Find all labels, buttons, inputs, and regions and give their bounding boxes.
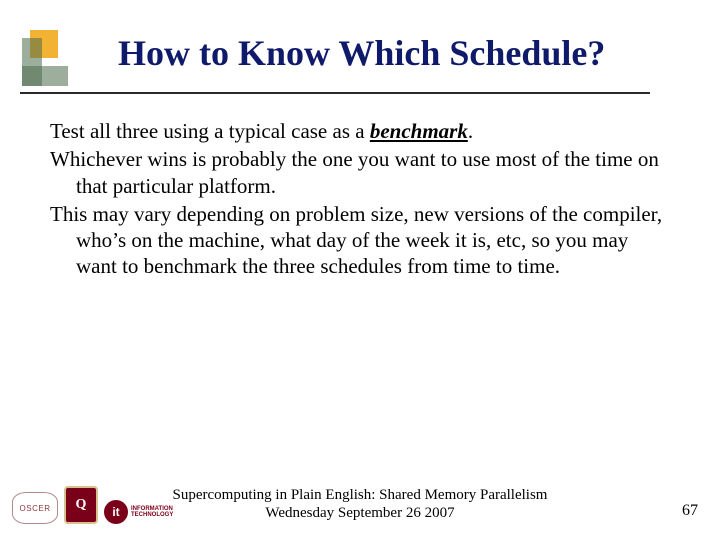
paragraph-3: This may vary depending on problem size,… — [50, 201, 670, 280]
p1-pre: Test all three using a typical case as a — [50, 119, 370, 143]
body-text: Test all three using a typical case as a… — [50, 118, 670, 282]
footer-line1: Supercomputing in Plain English: Shared … — [0, 486, 720, 504]
paragraph-2: Whichever wins is probably the one you w… — [50, 146, 670, 199]
footer: OSCER Q it INFORMATION TECHNOLOGY Superc… — [0, 478, 720, 528]
p1-post: . — [468, 119, 473, 143]
benchmark-word: benchmark — [370, 119, 468, 143]
footer-center: Supercomputing in Plain English: Shared … — [0, 486, 720, 522]
footer-line2: Wednesday September 26 2007 — [0, 504, 720, 522]
corner-green-horizontal — [22, 66, 68, 86]
page-number: 67 — [682, 502, 698, 520]
slide: How to Know Which Schedule? Test all thr… — [0, 0, 720, 540]
slide-title: How to Know Which Schedule? — [118, 32, 605, 74]
corner-decoration — [12, 30, 72, 90]
paragraph-1: Test all three using a typical case as a… — [50, 118, 670, 144]
title-underline — [20, 92, 650, 94]
